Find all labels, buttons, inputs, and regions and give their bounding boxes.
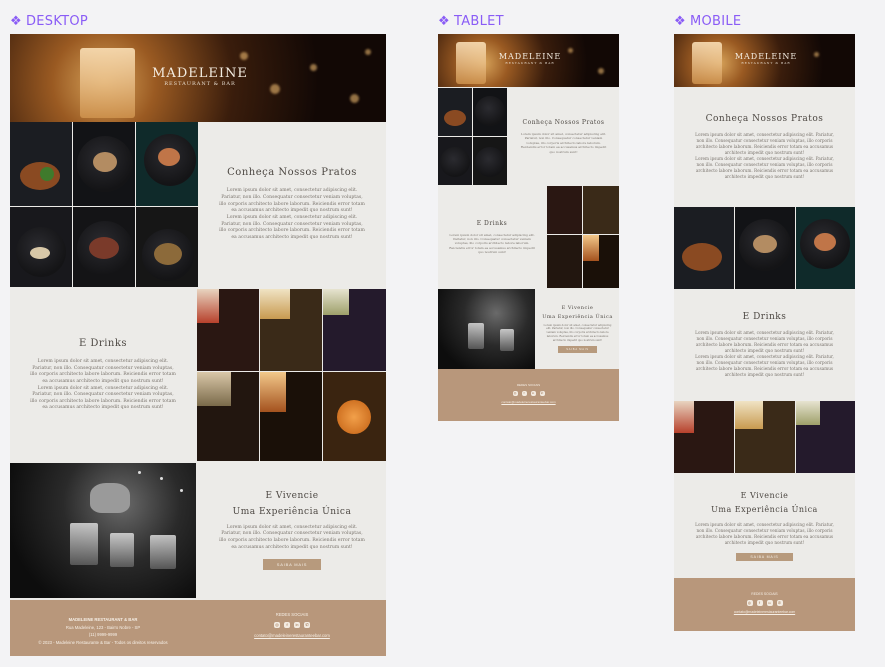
drink-photo (796, 401, 855, 473)
drink-photo (197, 372, 259, 461)
vivencie-section: E Vivencie Uma Experiência Única Lorem i… (695, 490, 834, 562)
pratos-section: Conheça Nossos Pratos Lorem ipsum dolor … (198, 122, 386, 287)
brand-logo: MADELEINE RESTAURANT & BAR (734, 52, 798, 65)
drinks-section: E Drinks Lorem ipsum dolor sit amet, con… (449, 219, 535, 255)
footer-social: REDES SOCIAIS ◎ f in ✆ contato@madeleine… (198, 612, 386, 638)
cocktail-glass (456, 42, 486, 84)
component-icon: ❖ (438, 14, 450, 29)
footer-info: MADELEINE RESTAURANT & BAR Rua Madeleine… (38, 617, 168, 645)
footer: REDES SOCIAIS ◎ f in ✆ contato@madeleine… (438, 369, 619, 421)
section-text: Lorem ipsum dolor sit amet, consectetur … (219, 524, 365, 550)
cocktail-glass (80, 48, 135, 118)
frame-label-desktop[interactable]: ❖ DESKTOP (10, 14, 88, 29)
hero-image: MADELEINE RESTAURANT & BAR (438, 34, 619, 87)
facebook-icon[interactable]: f (284, 622, 290, 628)
footer-email[interactable]: contato@madeleinerestauranteebar.com (674, 610, 855, 614)
instagram-icon[interactable]: ◎ (512, 391, 518, 396)
linkedin-icon[interactable]: in (766, 600, 773, 606)
drink-photo (583, 186, 619, 234)
vivencie-section: E Vivencie Uma Experiência Única Lorem i… (198, 463, 386, 598)
footer: REDES SOCIAIS ◎ f in ✆ contato@madeleine… (674, 578, 855, 631)
drinks-section: E Drinks Lorem ipsum dolor sit amet, con… (695, 311, 834, 378)
section-text: Lorem ipsum dolor sit amet, consectetur … (219, 215, 365, 240)
facebook-icon[interactable]: f (756, 600, 763, 606)
instagram-icon[interactable]: ◎ (274, 622, 280, 628)
whatsapp-icon[interactable]: ✆ (776, 600, 783, 606)
food-photo (438, 137, 472, 185)
food-photo (73, 122, 135, 206)
saiba-mais-button[interactable]: SAIBA MAIS (558, 346, 597, 354)
frame-label-tablet[interactable]: ❖ TABLET (438, 14, 504, 29)
food-photo (73, 207, 135, 287)
component-icon: ❖ (10, 14, 22, 29)
linkedin-icon[interactable]: in (294, 622, 300, 628)
food-photo (10, 122, 72, 206)
food-photo (473, 88, 507, 136)
footer-email[interactable]: contato@madeleinerestauranteebar.com (198, 633, 386, 638)
section-text: Lorem ipsum dolor sit amet, consectetur … (30, 385, 176, 411)
drink-photo (197, 289, 259, 371)
linkedin-icon[interactable]: in (530, 391, 536, 396)
bartender-photo (10, 463, 196, 598)
food-photo (473, 137, 507, 185)
drink-photo (323, 289, 386, 371)
food-photo (438, 88, 472, 136)
section-text: Lorem ipsum dolor sit amet, consectetur … (30, 358, 176, 384)
mobile-frame[interactable]: MADELEINE RESTAURANT & BAR Conheça Nosso… (674, 34, 855, 631)
frame-label-mobile[interactable]: ❖ MOBILE (674, 14, 741, 29)
component-icon: ❖ (674, 14, 686, 29)
food-photo (10, 207, 72, 287)
drink-photo (547, 186, 582, 234)
drinks-section: E Drinks Lorem ipsum dolor sit amet, con… (10, 289, 196, 461)
hero-image: MADELEINE RESTAURANT & BAR (10, 34, 386, 122)
brand-logo: MADELEINE RESTAURANT & BAR (152, 66, 248, 87)
drink-photo (583, 235, 619, 288)
section-text: Lorem ipsum dolor sit amet, consectetur … (219, 188, 365, 214)
pratos-section: Conheça Nossos Pratos Lorem ipsum dolor … (520, 119, 607, 154)
section-subtitle: Uma Experiência Única (232, 506, 352, 517)
hero-image: MADELEINE RESTAURANT & BAR (674, 34, 855, 87)
saiba-mais-button[interactable]: SAIBA MAIS (262, 559, 322, 571)
saiba-mais-button[interactable]: SAIBA MAIS (736, 553, 793, 562)
whatsapp-icon[interactable]: ✆ (539, 391, 545, 396)
vivencie-section: E Vivencie Uma Experiência Única Lorem i… (542, 304, 613, 354)
drink-photo (260, 289, 322, 371)
food-photo (796, 207, 855, 289)
drink-photo (735, 401, 795, 473)
cocktail-glass (692, 42, 722, 84)
design-canvas: ❖ DESKTOP ❖ TABLET ❖ MOBILE MADELEINE RESTA… (0, 0, 885, 667)
footer: MADELEINE RESTAURANT & BAR Rua Madeleine… (10, 600, 386, 656)
food-photo (674, 207, 734, 289)
whatsapp-icon[interactable]: ✆ (304, 622, 310, 628)
facebook-icon[interactable]: f (521, 391, 527, 396)
drink-photo (323, 372, 386, 461)
tablet-frame[interactable]: MADELEINE RESTAURANT & BAR Conheça Nosso… (438, 34, 619, 421)
section-title: E Vivencie (265, 490, 319, 501)
instagram-icon[interactable]: ◎ (746, 600, 753, 606)
pratos-section: Conheça Nossos Pratos Lorem ipsum dolor … (695, 113, 834, 180)
food-photo (735, 207, 795, 289)
bartender-photo (438, 289, 535, 369)
drink-photo (674, 401, 734, 473)
drink-photo (260, 372, 322, 461)
section-title: Conheça Nossos Pratos (227, 167, 357, 179)
section-title: E Drinks (78, 337, 128, 349)
footer-email[interactable]: contato@madeleinerestauranteebar.com (438, 400, 619, 404)
brand-logo: MADELEINE RESTAURANT & BAR (498, 52, 562, 65)
drink-photo (547, 235, 582, 288)
food-photo (136, 207, 198, 287)
food-photo (136, 122, 198, 206)
desktop-frame[interactable]: MADELEINE RESTAURANT & BAR Conheça Nosso… (10, 34, 386, 656)
